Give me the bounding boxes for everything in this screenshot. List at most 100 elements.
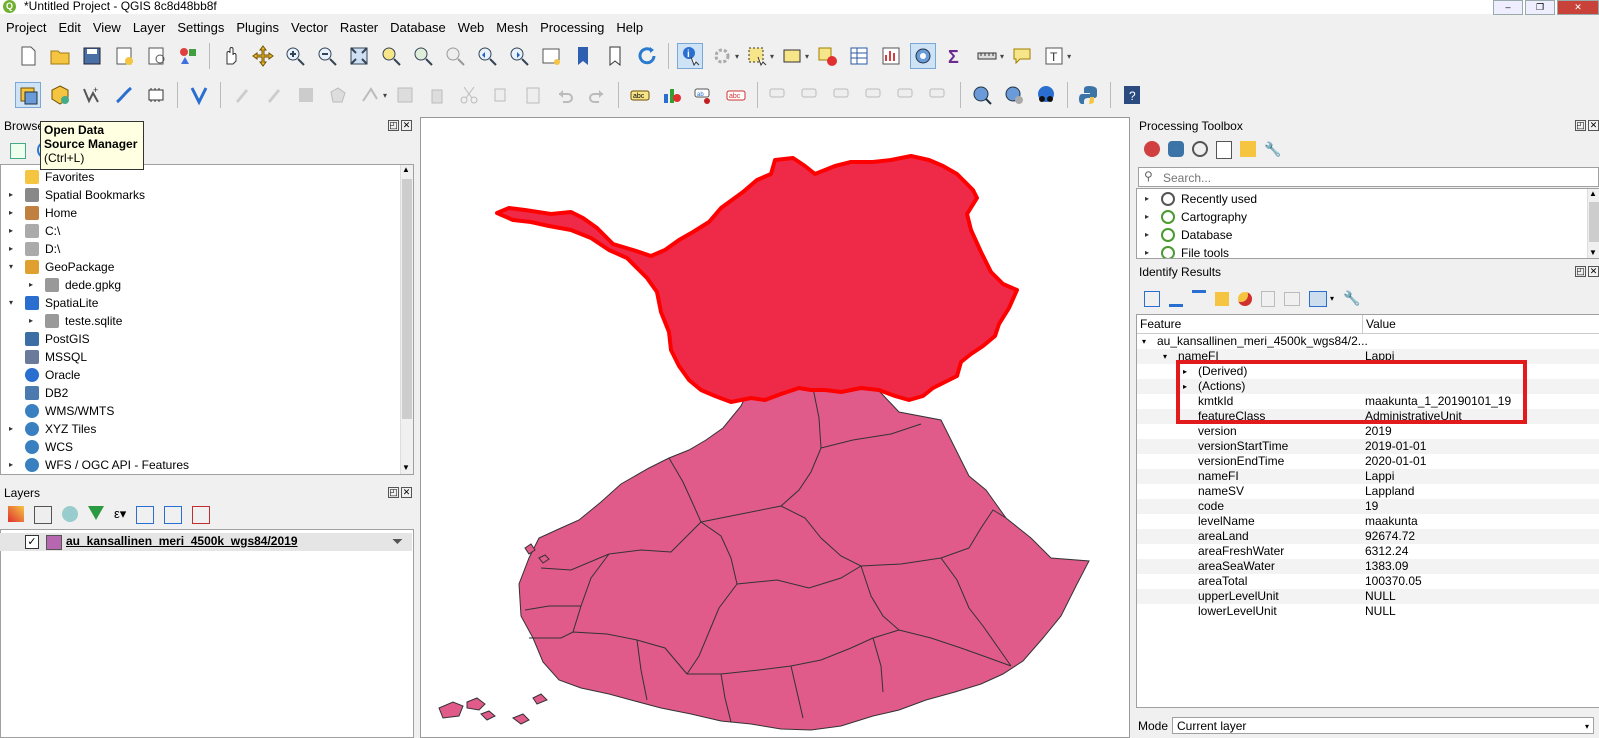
identify-attribute-row[interactable]: versionStartTime 2019-01-01 [1137,439,1599,454]
identify-attribute-row[interactable]: lowerLevelUnit NULL [1137,604,1599,619]
processing-item[interactable]: ▸ Recently used [1137,190,1587,208]
zoom-full-icon[interactable] [346,43,372,69]
browser-item[interactable]: ▸ dede.gpkg [1,276,401,294]
browser-item[interactable]: Favorites [1,168,401,186]
processing-item[interactable]: ▸ Cartography [1137,208,1587,226]
browser-item[interactable]: ▸ C:\ [1,222,401,240]
mode-select[interactable]: Current layer ▾ [1172,717,1594,734]
clear-results-icon[interactable] [1238,291,1252,306]
map-tips-icon[interactable] [1009,43,1035,69]
processing-toolbox-icon[interactable] [910,43,937,69]
add-group-icon[interactable] [34,506,52,524]
browser-item[interactable]: PostGIS [1,330,401,348]
metasearch-icon[interactable] [969,82,995,108]
collapse-arrow-icon[interactable]: ▸ [9,420,19,438]
browser-item[interactable]: ▾ SpatiaLite [1,294,401,312]
diagram-options-icon[interactable] [659,82,685,108]
feature-column-header[interactable]: Feature [1137,315,1363,333]
float-icon[interactable]: ◰ [1575,120,1586,131]
identify-mode-icon[interactable] [1309,290,1327,307]
identify-attribute-row[interactable]: areaLand 92674.72 [1137,529,1599,544]
edit-features-in-place-icon[interactable] [1240,141,1256,157]
layer-visibility-checkbox[interactable]: ✓ [25,535,39,549]
browser-item[interactable]: ▸ D:\ [1,240,401,258]
menu-vector[interactable]: Vector [285,20,334,35]
collapse-arrow-icon[interactable]: ▸ [29,276,39,294]
vertex-tool-icon[interactable] [357,82,383,108]
filter-legend-icon[interactable] [88,506,104,520]
menu-raster[interactable]: Raster [334,20,384,35]
new-print-layout-icon[interactable] [111,43,137,69]
statistical-summary-icon[interactable] [878,43,904,69]
show-hide-labels-icon[interactable]: abc [723,82,749,108]
identify-attribute-row[interactable]: levelName maakunta [1137,514,1599,529]
menu-edit[interactable]: Edit [52,20,86,35]
new-bookmark-icon[interactable] [570,43,596,69]
select-by-value-icon[interactable] [779,43,805,69]
layer-filter-icon[interactable]: ⏷ [392,533,403,550]
new-spatialite-layer-icon[interactable] [111,82,137,108]
options-icon[interactable]: 🔧 [1264,141,1281,159]
rotate-label-icon[interactable] [862,82,888,108]
browser-item[interactable]: ▸ Spatial Bookmarks [1,186,401,204]
save-project-icon[interactable] [79,43,105,69]
toggle-editing-icon[interactable] [261,82,287,108]
browser-item[interactable]: ▸ teste.sqlite [1,312,401,330]
zoom-last-icon[interactable] [474,43,500,69]
identify-attribute-row[interactable]: areaFreshWater 6312.24 [1137,544,1599,559]
processing-item[interactable]: ▸ File tools [1137,244,1587,258]
browser-item[interactable]: ▸ Home [1,204,401,222]
collapse-arrow-icon[interactable]: ▸ [9,240,19,258]
new-virtual-layer-icon[interactable] [186,82,212,108]
new-geopackage-layer-icon[interactable] [47,82,73,108]
show-labels-icon[interactable] [798,82,824,108]
collapse-arrow-icon[interactable]: ▸ [9,204,19,222]
text-annotation-icon[interactable]: T [1041,43,1067,69]
identify-root-row[interactable]: ▾ au_kansallinen_meri_4500k_wgs84/2... [1137,334,1599,349]
close-panel-icon[interactable]: ✕ [1588,266,1599,277]
expand-arrow-icon[interactable]: ▾ [9,294,19,312]
float-icon[interactable]: ◰ [1575,266,1586,277]
filter-by-expression-icon[interactable]: ε▾ [114,506,126,524]
measure-line-icon[interactable] [974,43,1000,69]
identify-features-icon[interactable]: i [677,43,703,69]
new-map-view-icon[interactable] [538,43,564,69]
redo-icon[interactable] [584,82,610,108]
scripts-icon[interactable] [1168,141,1184,157]
collapse-arrow-icon[interactable]: ▸ [1145,190,1155,208]
identify-attribute-row[interactable]: nameFI Lappi [1137,469,1599,484]
identify-attribute-row[interactable]: version 2019 [1137,424,1599,439]
restore-icon[interactable]: ❐ [1525,0,1555,15]
open-project-icon[interactable] [47,43,73,69]
map-canvas[interactable] [420,117,1130,738]
processing-search-input[interactable] [1161,170,1565,186]
expand-arrow-icon[interactable]: ▾ [9,258,19,276]
pan-to-selection-icon[interactable] [250,43,276,69]
change-label-icon[interactable] [894,82,920,108]
menu-layer[interactable]: Layer [127,20,172,35]
move-label-icon[interactable] [830,82,856,108]
processing-scrollbar[interactable]: ▲ ▼ [1587,189,1599,258]
identify-attribute-row[interactable]: versionEndTime 2020-01-01 [1137,454,1599,469]
delete-selected-icon[interactable] [424,82,450,108]
browser-item[interactable]: MSSQL [1,348,401,366]
collapse-arrow-icon[interactable]: ▸ [9,222,19,240]
expand-new-results-icon[interactable] [1215,291,1229,306]
minimize-icon[interactable]: – [1493,0,1523,15]
print-response-icon[interactable] [1284,291,1300,306]
collapse-arrow-icon[interactable]: ▸ [1145,244,1155,258]
menu-project[interactable]: Project [0,20,52,35]
modify-attributes-icon[interactable] [392,82,418,108]
copy-feature-icon[interactable] [1261,290,1275,307]
float-icon[interactable]: ◰ [388,487,399,498]
menu-mesh[interactable]: Mesh [490,20,534,35]
new-shapefile-layer-icon[interactable]: + [79,82,105,108]
pin-labels-icon[interactable] [766,82,792,108]
select-features-icon[interactable] [744,43,770,69]
browser-item[interactable]: ▸ WFS / OGC API - Features [1,456,401,474]
add-polygon-icon[interactable] [325,82,351,108]
collapse-arrow-icon[interactable]: ▸ [1145,208,1155,226]
new-project-icon[interactable] [15,43,41,69]
run-action-icon[interactable] [709,43,735,69]
browser-item[interactable]: ▾ GeoPackage [1,258,401,276]
